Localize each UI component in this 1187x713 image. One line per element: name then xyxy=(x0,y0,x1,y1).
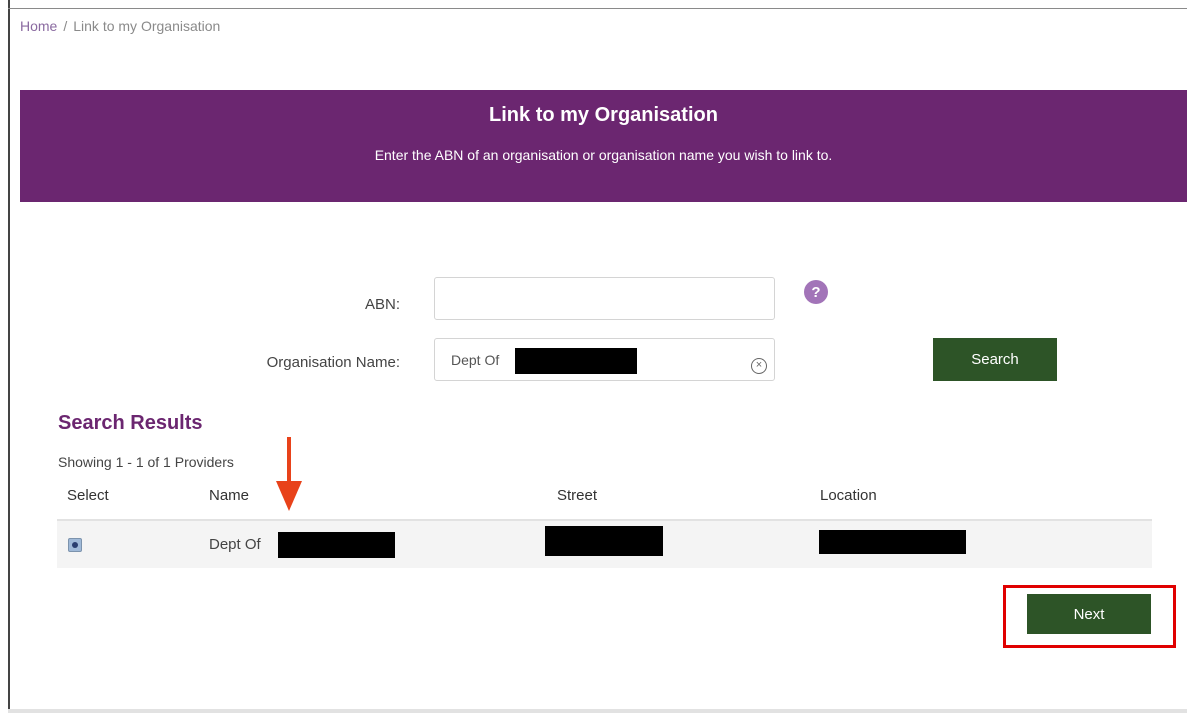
row-name-cell: Dept Of xyxy=(209,536,261,553)
column-header-select: Select xyxy=(67,487,109,504)
results-count: Showing 1 - 1 of 1 Providers xyxy=(58,454,234,470)
organisation-name-label: Organisation Name: xyxy=(266,354,400,371)
page-subtitle: Enter the ABN of an organisation or orga… xyxy=(374,147,833,163)
red-arrow-down-icon xyxy=(276,437,302,511)
page: Home / Link to my Organisation Link to my … xyxy=(0,0,1187,713)
frame-left-border xyxy=(8,0,10,713)
search-button[interactable]: Search xyxy=(933,338,1057,381)
frame-bottom-border xyxy=(8,709,1187,713)
breadcrumb-home-link[interactable]: Home xyxy=(20,18,57,34)
organisation-name-value: Dept Of xyxy=(451,351,500,368)
abn-input[interactable] xyxy=(434,277,775,320)
radio-selected-dot xyxy=(72,542,78,548)
breadcrumb: Home / Link to my Organisation xyxy=(20,18,220,34)
page-banner: Link to my Organisation Enter the ABN of… xyxy=(20,90,1187,202)
select-radio[interactable] xyxy=(68,538,82,552)
next-button[interactable]: Next xyxy=(1027,594,1151,634)
redaction-box xyxy=(545,526,663,556)
search-results-title: Search Results xyxy=(58,412,203,434)
redaction-box xyxy=(819,530,966,554)
column-header-location: Location xyxy=(820,487,877,504)
column-header-name: Name xyxy=(209,487,250,504)
clear-icon[interactable]: × xyxy=(751,358,767,374)
abn-label: ABN: xyxy=(364,296,400,313)
breadcrumb-separator: / xyxy=(63,18,68,34)
page-title: Link to my Organisation xyxy=(489,104,718,126)
frame-top-border xyxy=(8,8,1187,9)
breadcrumb-current: Link to my Organisation xyxy=(73,18,221,34)
redaction-box xyxy=(278,532,395,558)
redaction-box xyxy=(515,348,637,374)
help-icon[interactable]: ? xyxy=(804,280,828,304)
column-header-street: Street xyxy=(557,487,598,504)
